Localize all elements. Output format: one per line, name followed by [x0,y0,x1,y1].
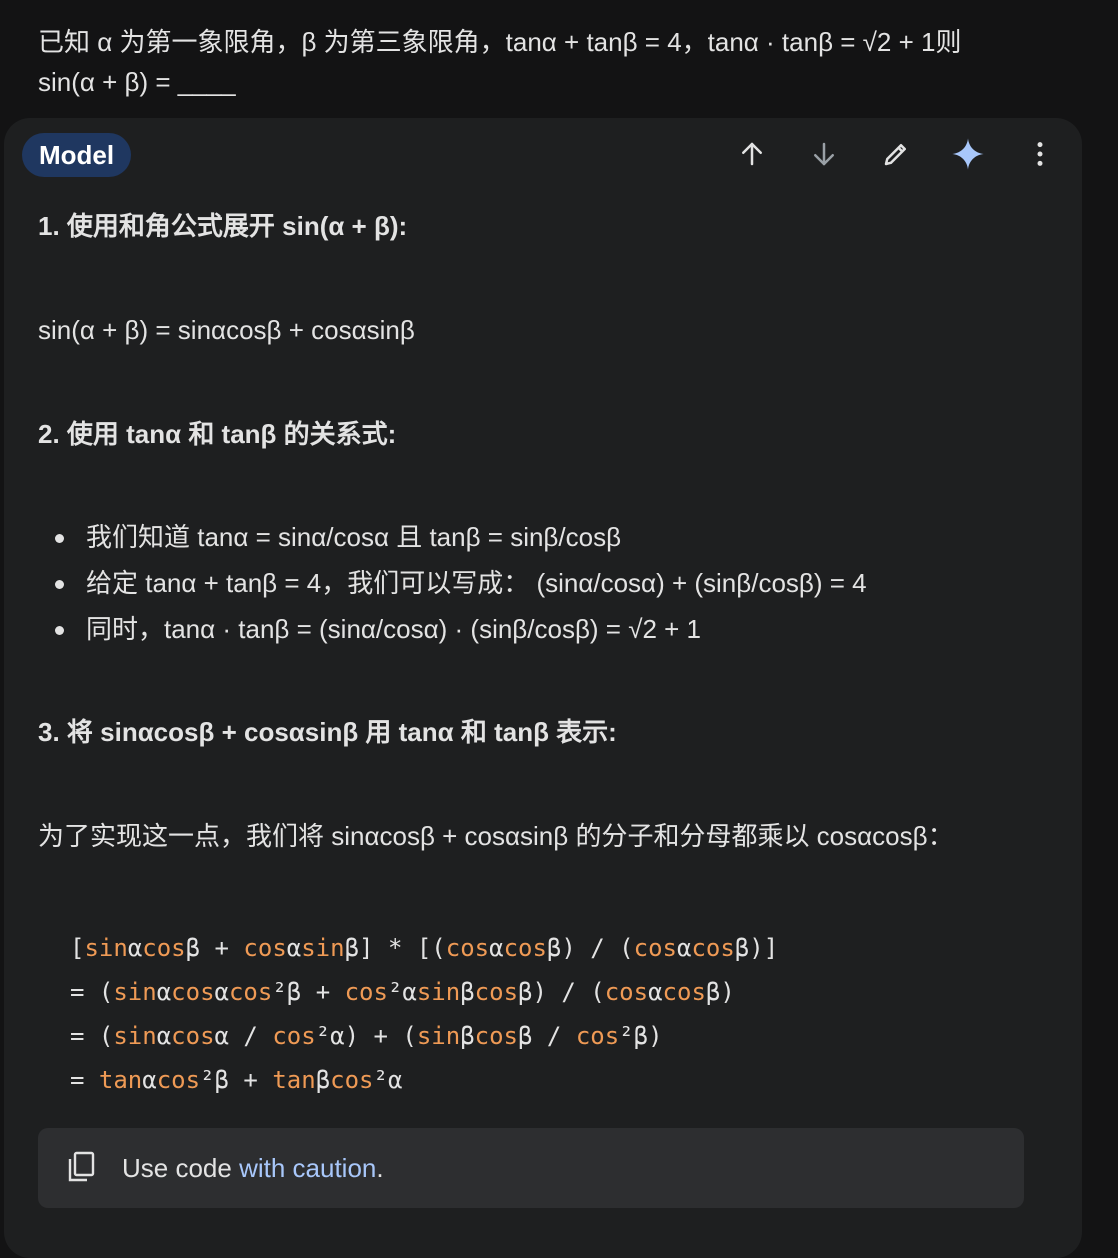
code-token-function: cos [633,934,677,962]
rerun-button[interactable] [942,130,994,178]
code-token-function: sin [301,934,345,962]
code-token-function: tan [272,1066,316,1094]
code-token: β [460,1022,475,1050]
move-up-button[interactable] [726,130,778,178]
code-token-function: cos [662,978,706,1006]
code-token-function: sin [113,1022,157,1050]
step3-text: 为了实现这一点，我们将 sinαcosβ + cosαsinβ 的分子和分母都乘… [38,821,954,851]
code-token-function: cos [243,934,287,962]
code-token: α [286,934,302,962]
code-token: α [156,978,172,1006]
code-token: α [142,1066,157,1094]
code-line: = tanαcos²β + tanβcos²α [70,1060,778,1104]
arrow-up-icon [742,142,762,166]
copy-icon[interactable] [66,1150,96,1184]
code-token: α / [214,1022,273,1050]
code-token-function: cos [691,934,735,962]
code-token: ²β + [200,1066,273,1094]
code-token-function: cos [474,1022,519,1050]
code-token: ²α [373,1066,403,1094]
user-prompt: 已知 α 为第一象限角，β 为第三象限角，tanα + tanβ = 4，tan… [38,22,1078,102]
code-line: = (sinαcosαcos²β + cos²αsinβcosβ) / (cos… [70,972,778,1016]
caution-link[interactable]: with caution [239,1153,376,1183]
code-line: = (sinαcosα / cos²α) + (sinβcosβ / cos²β… [70,1016,778,1060]
code-token: α [489,934,504,962]
caution-suffix: . [376,1153,384,1183]
code-token: [ [70,934,85,962]
code-token-function: cos [344,978,388,1006]
code-token-function: sin [84,934,128,962]
code-token-function: cos [171,978,215,1006]
code-token: α [214,978,229,1006]
step2-heading: 2. 使用 tanα 和 tanβ 的关系式: [38,419,397,449]
code-token: β [315,1066,331,1094]
caution-text: Use code with caution. [122,1128,384,1208]
code-token-function: sin [416,978,461,1006]
code-token: β + [185,934,244,962]
more-options-button[interactable] [1014,130,1066,178]
code-token: ²α) + ( [315,1022,417,1050]
code-token: β / [518,1022,576,1050]
code-token: β) / ( [546,934,634,962]
step3-heading: 3. 将 sinαcosβ + cosαsinβ 用 tanα 和 tanβ 表… [38,717,617,747]
code-token: = ( [70,978,114,1006]
caution-prefix: Use code [122,1153,240,1183]
code-token-function: cos [228,978,273,1006]
code-block: [sinαcosβ + cosαsinβ] * [(cosαcosβ) / (c… [70,928,778,1104]
list-item: 给定 tanα + tanβ = 4，我们可以写成： (sinα/cosα) +… [38,565,867,611]
code-token: α [127,934,143,962]
code-caution-bar: Use code with caution. [38,1128,1024,1208]
code-line: [sinαcosβ + cosαsinβ] * [(cosαcosβ) / (c… [70,928,778,972]
code-token-function: cos [156,1066,201,1094]
step1-heading: 1. 使用和角公式展开 sin(α + β): [38,211,408,241]
list-item: 同时，tanα · tanβ = (sinα/cosα) · (sinβ/cos… [38,611,867,657]
code-token-function: cos [503,934,547,962]
code-token-function: cos [604,978,649,1006]
step1-formula: sin(α + β) = sinαcosβ + cosαsinβ [38,315,415,345]
code-token: β) / ( [518,978,605,1006]
code-token: = ( [70,1022,114,1050]
model-chip: Model [22,133,132,177]
code-token-function: cos [445,934,490,962]
prompt-line-1: 已知 α 为第一象限角，β 为第三象限角，tanα + tanβ = 4，tan… [38,27,962,57]
list-item: 我们知道 tanα = sinα/cosα 且 tanβ = sinβ/cosβ [38,519,867,565]
code-token-function: cos [171,1022,215,1050]
more-vert-icon [1037,142,1043,166]
code-token: α [648,978,663,1006]
code-token: ²β) [619,1022,663,1050]
code-token: β) [705,978,735,1006]
edit-button[interactable] [870,130,922,178]
move-down-button[interactable] [798,130,850,178]
code-token: = [70,1066,99,1094]
code-token-function: cos [330,1066,374,1094]
code-token: α [676,934,692,962]
prompt-line-2: sin(α + β) = ____ [38,67,236,97]
code-token: β)] [734,934,779,962]
sparkle-icon [952,138,984,170]
code-token-function: tan [98,1066,143,1094]
code-token-function: cos [575,1022,620,1050]
code-token-function: sin [416,1022,461,1050]
code-token-function: cos [272,1022,316,1050]
code-token: β [460,978,475,1006]
code-token-function: cos [474,978,519,1006]
arrow-down-icon [814,142,834,166]
code-token: β] * [( [344,934,446,962]
code-token: ²α [387,978,417,1006]
step2-bullet-list: 我们知道 tanα = sinα/cosα 且 tanβ = sinβ/cosβ… [38,519,867,657]
code-token: ²β + [272,978,345,1006]
code-token-function: sin [113,978,157,1006]
code-token-function: cos [142,934,186,962]
code-token: α [156,1022,172,1050]
pencil-icon [884,144,906,166]
